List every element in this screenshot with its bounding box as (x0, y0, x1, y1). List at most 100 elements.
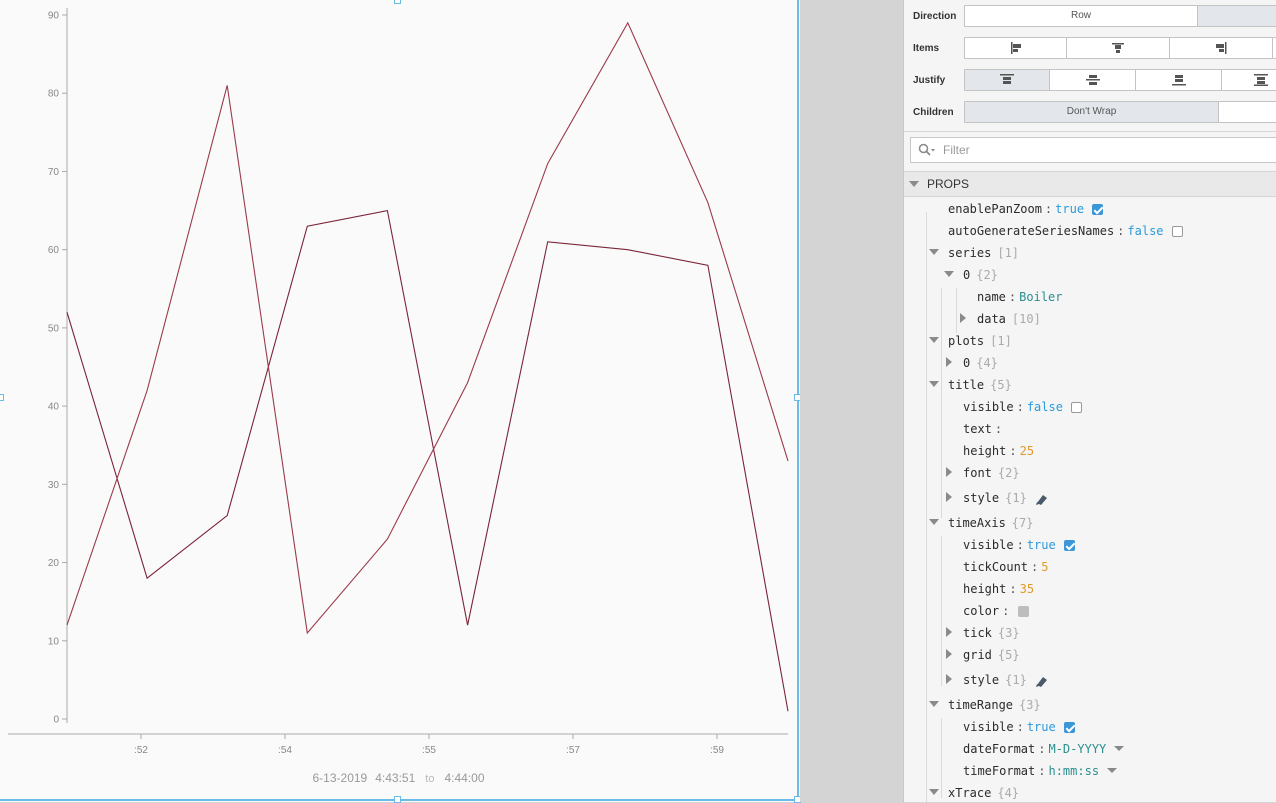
prop-value[interactable]: 5 (1041, 560, 1048, 574)
prop-separator: : (1016, 538, 1024, 552)
prop-key: 0 (963, 356, 971, 370)
style-edit-icon[interactable] (1035, 493, 1049, 505)
prop-row-title[interactable]: title {5} (904, 376, 1276, 398)
prop-row-tickCount[interactable]: tickCount:5 (904, 558, 1276, 580)
chevron-down-icon[interactable] (1114, 746, 1125, 751)
prop-row-0[interactable]: 0 {4} (904, 354, 1276, 376)
prop-value[interactable]: M-D-YYYY (1048, 742, 1106, 756)
align-end-icon (1216, 42, 1227, 54)
prop-row-visible[interactable]: visible: true (904, 718, 1276, 740)
prop-row-enablePanZoom[interactable]: enablePanZoom: true (904, 200, 1276, 222)
prop-value[interactable]: false (1027, 400, 1063, 414)
style-edit-icon[interactable] (1035, 675, 1049, 687)
expand-icon[interactable] (946, 492, 952, 502)
prop-row-height[interactable]: height:25 (904, 442, 1276, 464)
expand-icon[interactable] (946, 357, 952, 367)
prop-row-autoGenerateSeriesNames[interactable]: autoGenerateSeriesNames: false (904, 222, 1276, 244)
prop-row-plots[interactable]: plots [1] (904, 332, 1276, 354)
prop-entry: data [10] (977, 312, 1041, 326)
prop-row-timeRange[interactable]: timeRange {3} (904, 696, 1276, 718)
prop-value[interactable]: 35 (1020, 582, 1034, 596)
prop-value[interactable]: true (1055, 202, 1084, 216)
prop-checkbox[interactable] (1063, 540, 1075, 551)
collapse-icon[interactable] (944, 271, 954, 277)
chevron-down-icon[interactable] (1107, 768, 1118, 773)
prop-row-visible[interactable]: visible: true (904, 536, 1276, 558)
prop-row-grid[interactable]: grid {5} (904, 646, 1276, 668)
collapse-icon[interactable] (909, 181, 919, 187)
prop-count: {2} (997, 466, 1020, 480)
collapse-icon[interactable] (929, 381, 939, 387)
prop-entry: title {5} (948, 378, 1012, 392)
x-tick-label: :57 (566, 745, 580, 756)
justify-center-button[interactable] (1049, 69, 1136, 91)
prop-row-tick[interactable]: tick {3} (904, 624, 1276, 646)
prop-value[interactable]: true (1027, 720, 1056, 734)
prop-value[interactable]: h:mm:ss (1048, 764, 1099, 778)
collapse-icon[interactable] (929, 789, 939, 795)
expand-icon[interactable] (946, 649, 952, 659)
props-section-header[interactable]: PROPS (904, 171, 1276, 197)
prop-key: xTrace (948, 786, 992, 800)
prop-row-color[interactable]: color: (904, 602, 1276, 624)
prop-row-text[interactable]: text: (904, 420, 1276, 442)
prop-row-height[interactable]: height:35 (904, 580, 1276, 602)
prop-row-font[interactable]: font {2} (904, 464, 1276, 486)
expand-icon[interactable] (960, 313, 966, 323)
items-start-button[interactable] (964, 37, 1067, 59)
collapse-icon[interactable] (929, 337, 939, 343)
items-center-button[interactable] (1066, 37, 1170, 59)
justify-center-icon (1085, 75, 1100, 85)
expand-icon[interactable] (946, 674, 952, 684)
resize-handle-top[interactable] (394, 0, 401, 4)
direction-row-button[interactable]: Row (964, 5, 1198, 27)
prop-row-style[interactable]: style {1} (904, 671, 1276, 693)
justify-start-button[interactable] (964, 69, 1050, 91)
prop-separator: : (1038, 764, 1046, 778)
prop-entry: tickCount:5 (963, 560, 1049, 574)
direction-column-button[interactable] (1197, 5, 1276, 27)
resize-handle-left[interactable] (0, 394, 4, 401)
prop-checkbox[interactable] (1070, 402, 1082, 413)
collapse-icon[interactable] (929, 519, 939, 525)
prop-row-style[interactable]: style {1} (904, 489, 1276, 511)
prop-checkbox[interactable] (1092, 204, 1104, 215)
prop-row-xTrace[interactable]: xTrace {4} (904, 784, 1276, 802)
collapse-icon[interactable] (929, 249, 939, 255)
y-tick-label: 80 (48, 89, 60, 100)
y-tick-label: 60 (48, 245, 60, 256)
justify-end-button[interactable] (1135, 69, 1222, 91)
prop-row-0[interactable]: 0 {2} (904, 266, 1276, 288)
prop-row-series[interactable]: series [1] (904, 244, 1276, 266)
collapse-icon[interactable] (929, 701, 939, 707)
prop-value[interactable]: 25 (1020, 444, 1034, 458)
children-dont-wrap-button[interactable]: Don't Wrap (964, 101, 1219, 123)
expand-icon[interactable] (946, 467, 952, 477)
align-start-icon (1010, 42, 1021, 54)
prop-checkbox[interactable] (1171, 226, 1183, 237)
prop-separator: : (1016, 400, 1024, 414)
children-wrap-button[interactable] (1218, 101, 1276, 123)
prop-value[interactable]: true (1027, 538, 1056, 552)
prop-row-visible[interactable]: visible: false (904, 398, 1276, 420)
prop-row-data[interactable]: data [10] (904, 310, 1276, 332)
prop-row-timeFormat[interactable]: timeFormat: h:mm:ss (904, 762, 1276, 784)
color-swatch[interactable] (1018, 606, 1030, 617)
prop-row-dateFormat[interactable]: dateFormat: M-D-YYYY (904, 740, 1276, 762)
prop-value[interactable]: Boiler (1019, 290, 1062, 304)
prop-value[interactable]: false (1127, 224, 1163, 238)
time-range-date: 6-13-2019 (312, 771, 368, 785)
time-series-chart[interactable]: 0 10 20 30 40 50 60 70 80 90:52:54:55:57:59 (0, 0, 797, 800)
direction-label: Direction (913, 11, 957, 22)
expand-icon[interactable] (946, 627, 952, 637)
filter-input[interactable]: Filter (910, 137, 1276, 163)
prop-checkbox[interactable] (1063, 722, 1075, 733)
prop-count: {5} (997, 648, 1020, 662)
items-end-button[interactable] (1169, 37, 1273, 59)
prop-key: data (977, 312, 1006, 326)
prop-row-name[interactable]: name: Boiler (904, 288, 1276, 310)
prop-row-timeAxis[interactable]: timeAxis {7} (904, 514, 1276, 536)
justify-space-between-button[interactable] (1221, 69, 1276, 91)
chart-canvas[interactable]: 0 10 20 30 40 50 60 70 80 90:52:54:55:57:59 6-13-… (0, 0, 801, 803)
items-stretch-button[interactable] (1272, 37, 1276, 59)
